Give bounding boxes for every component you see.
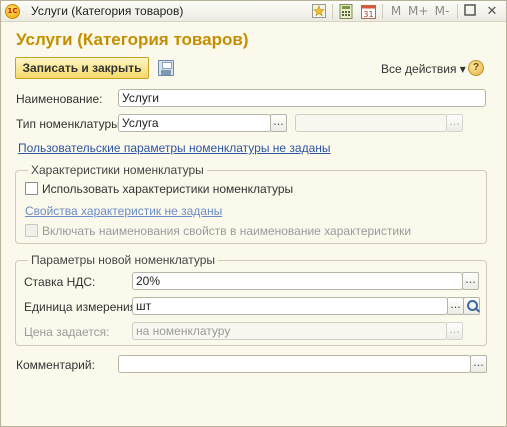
toolbar-separator [457,4,458,19]
item-type-select-button[interactable]: ... [270,114,287,132]
include-property-names-label: Включать наименования свойств в наименов… [42,224,412,238]
toolbar-separator [382,4,383,19]
app-logo-icon[interactable]: 1С [5,4,20,19]
unit-label: Единица измерения: [24,300,140,314]
item-type-input[interactable]: Услуга [118,114,271,132]
memory-button[interactable]: M [389,4,403,19]
star-icon[interactable] [312,4,326,19]
save-and-close-button[interactable]: Записать и закрыть [15,57,149,79]
comment-label: Комментарий: [16,358,95,372]
all-actions-menu[interactable]: Все действия ▾ [381,62,466,76]
unit-input[interactable]: шт [132,297,448,315]
vat-rate-input[interactable]: 20% [132,272,463,290]
item-type-label: Тип номенклатуры: [16,117,124,131]
vat-rate-select-button[interactable]: ... [462,272,479,290]
price-set-select-button: ... [446,322,463,340]
search-icon[interactable] [463,297,480,315]
characteristics-group-title: Характеристики номенклатуры [28,163,207,177]
help-icon[interactable]: ? [468,60,484,76]
svg-text:31: 31 [363,10,373,19]
use-characteristics-label[interactable]: Использовать характеристики номенклатуры [42,182,293,196]
vat-rate-label: Ставка НДС: [24,275,96,289]
name-input[interactable]: Услуги [118,89,486,107]
price-set-label: Цена задается: [24,325,110,339]
price-set-input: на номенклатуру [132,322,447,340]
save-icon[interactable] [158,60,174,76]
window-title: Услуги (Категория товаров) [31,4,184,18]
use-characteristics-checkbox[interactable] [25,182,38,195]
close-button[interactable]: ✕ [485,4,499,19]
memory-minus-button[interactable]: M- [432,4,452,19]
name-label: Наименование: [16,92,103,106]
unit-select-button[interactable]: ... [447,297,464,315]
title-bar: 1С Услуги (Категория товаров) 31 M M+ M-… [1,1,506,22]
toolbar-separator [332,4,333,19]
calculator-icon[interactable] [339,4,353,19]
characteristic-properties-link[interactable]: Свойства характеристик не заданы [25,204,222,218]
item-type-extra-input [295,114,447,132]
calendar-icon[interactable]: 31 [361,4,376,19]
memory-plus-button[interactable]: M+ [408,4,428,19]
custom-params-link[interactable]: Пользовательские параметры номенклатуры … [18,141,331,155]
item-type-extra-select-button: ... [446,114,463,132]
include-property-names-checkbox [25,224,38,237]
comment-select-button[interactable]: ... [470,355,487,373]
comment-input[interactable] [118,355,471,373]
maximize-icon[interactable] [463,4,477,19]
form-window: 1С Услуги (Категория товаров) 31 M M+ M-… [0,0,507,427]
page-title: Услуги (Категория товаров) [16,30,249,49]
new-item-params-group-title: Параметры новой номенклатуры [28,253,218,267]
